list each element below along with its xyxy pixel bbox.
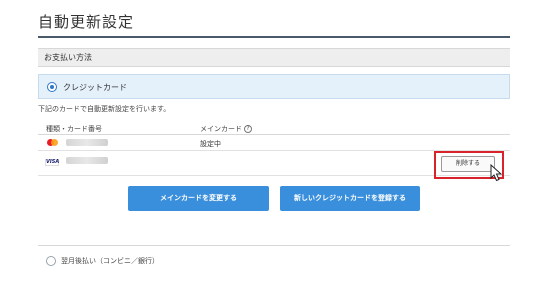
mastercard-icon: [47, 139, 58, 146]
column-main-card: メインカード?: [200, 124, 252, 134]
credit-card-option[interactable]: クレジットカード: [38, 74, 510, 99]
credit-card-label: クレジットカード: [63, 83, 127, 92]
card-description: 下記のカードで自動更新設定を行います。: [38, 105, 171, 113]
credit-card-radio[interactable]: [47, 82, 57, 92]
section-divider: [38, 245, 510, 246]
deferred-payment-radio[interactable]: [46, 256, 56, 266]
visa-icon: VISA: [45, 159, 60, 166]
card-table-header: 種類・カード番号 メインカード?: [38, 120, 510, 135]
masked-card-number: [66, 157, 108, 164]
payment-section-header: お支払い方法: [38, 48, 510, 67]
section-label: お支払い方法: [44, 53, 92, 62]
help-icon[interactable]: ?: [244, 125, 252, 133]
column-card-number: 種類・カード番号: [46, 125, 102, 133]
main-card-status: 設定中: [200, 140, 221, 148]
mouse-cursor-icon: [490, 164, 503, 182]
deferred-payment-label: 翌月後払い（コンビニ／銀行）: [61, 257, 159, 265]
register-new-card-button[interactable]: 新しいクレジットカードを登録する: [280, 186, 420, 211]
page-title: 自動更新設定: [38, 13, 135, 31]
masked-card-number: [66, 139, 108, 146]
change-main-card-button[interactable]: メインカードを変更する: [128, 186, 269, 211]
title-divider: [38, 36, 510, 38]
table-row: 設定中: [38, 135, 510, 151]
column-main-card-label: メインカード: [200, 125, 242, 133]
